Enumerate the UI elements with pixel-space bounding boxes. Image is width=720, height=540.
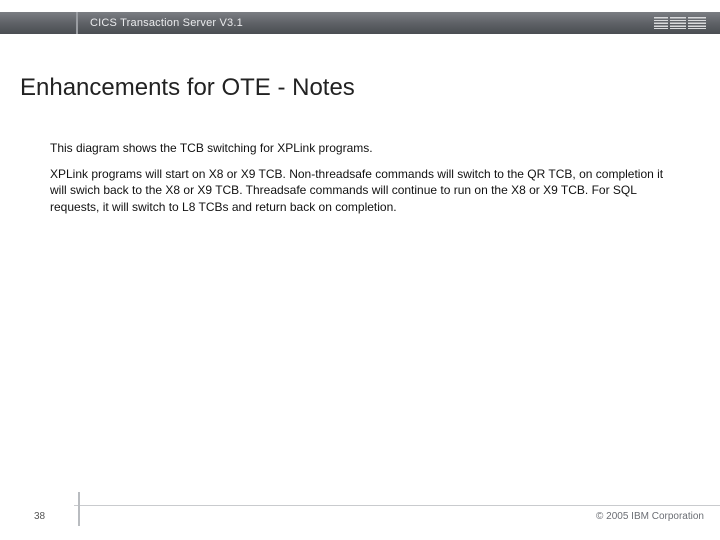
body-text: This diagram shows the TCB switching for… xyxy=(50,140,680,225)
header-title: CICS Transaction Server V3.1 xyxy=(78,17,243,29)
header-bar: CICS Transaction Server V3.1 xyxy=(0,12,720,34)
footer-rule xyxy=(74,505,720,506)
ibm-logo-bars xyxy=(654,17,706,29)
header-accent-block xyxy=(0,12,78,34)
slide-title: Enhancements for OTE - Notes xyxy=(20,74,355,102)
slide: CICS Transaction Server V3.1 Enhancement… xyxy=(0,0,720,540)
paragraph-1: This diagram shows the TCB switching for… xyxy=(50,140,680,156)
ibm-logo-icon xyxy=(654,17,706,29)
copyright-text: © 2005 IBM Corporation xyxy=(596,511,704,522)
footer: 38 © 2005 IBM Corporation xyxy=(0,502,720,526)
paragraph-2: XPLink programs will start on X8 or X9 T… xyxy=(50,166,680,215)
footer-rule-vertical xyxy=(78,492,80,526)
page-number: 38 xyxy=(34,511,45,522)
